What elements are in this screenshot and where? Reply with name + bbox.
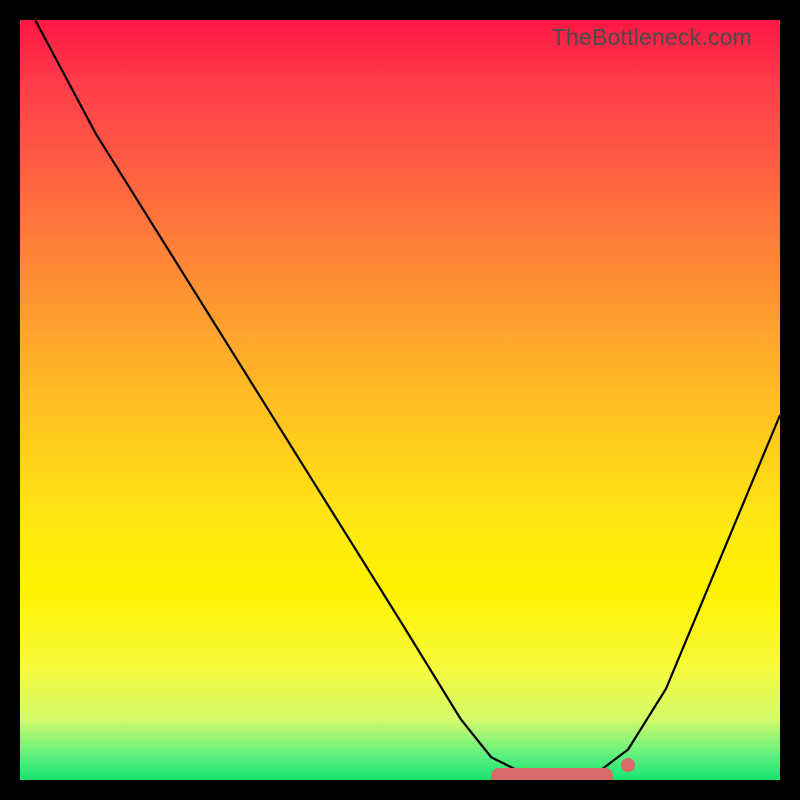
- ideal-point-marker: [621, 758, 635, 772]
- plot-area: TheBottleneck.com: [20, 20, 780, 780]
- bottleneck-curve: [20, 20, 780, 780]
- chart-frame: TheBottleneck.com: [0, 0, 800, 800]
- ideal-range-indicator: [491, 768, 613, 780]
